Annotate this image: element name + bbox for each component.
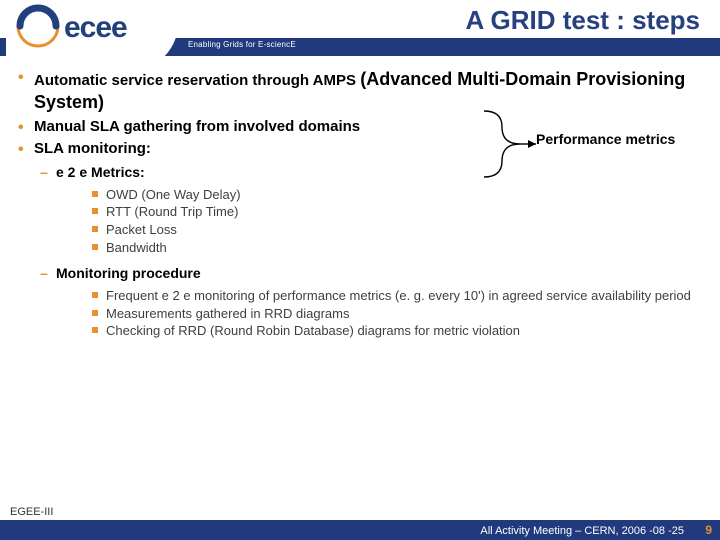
metric-owd: OWD (One Way Delay) <box>92 186 710 204</box>
footer-bar: All Activity Meeting – CERN, 2006 -08 -2… <box>0 520 720 540</box>
proc-frequent: Frequent e 2 e monitoring of performance… <box>92 287 710 305</box>
metric-bandwidth: Bandwidth <box>92 239 710 257</box>
project-id: EGEE-III <box>10 506 53 518</box>
metric-packet-loss: Packet Loss <box>92 221 710 239</box>
bullet-amps: Automatic service reservation through AM… <box>16 68 710 114</box>
page-number: 9 <box>705 523 712 537</box>
bullet-amps-text: Automatic service reservation through AM… <box>34 72 360 89</box>
metric-rtt: RTT (Round Trip Time) <box>92 203 710 221</box>
proc-rrd-gather: Measurements gathered in RRD diagrams <box>92 305 710 323</box>
egee-logo: ecee <box>6 0 178 76</box>
performance-metrics-annotation: Performance metrics <box>476 109 706 184</box>
svg-text:ecee: ecee <box>64 11 127 44</box>
proc-rrd-check: Checking of RRD (Round Robin Database) d… <box>92 322 710 340</box>
sub-monitoring-procedure: Monitoring procedure <box>40 264 710 283</box>
brace-icon <box>476 109 544 179</box>
slide-title: A GRID test : steps <box>465 5 700 36</box>
annotation-label: Performance metrics <box>536 131 675 147</box>
footer-venue: All Activity Meeting – CERN, 2006 -08 -2… <box>480 525 684 537</box>
header-tagline: Enabling Grids for E-sciencE <box>188 40 296 49</box>
